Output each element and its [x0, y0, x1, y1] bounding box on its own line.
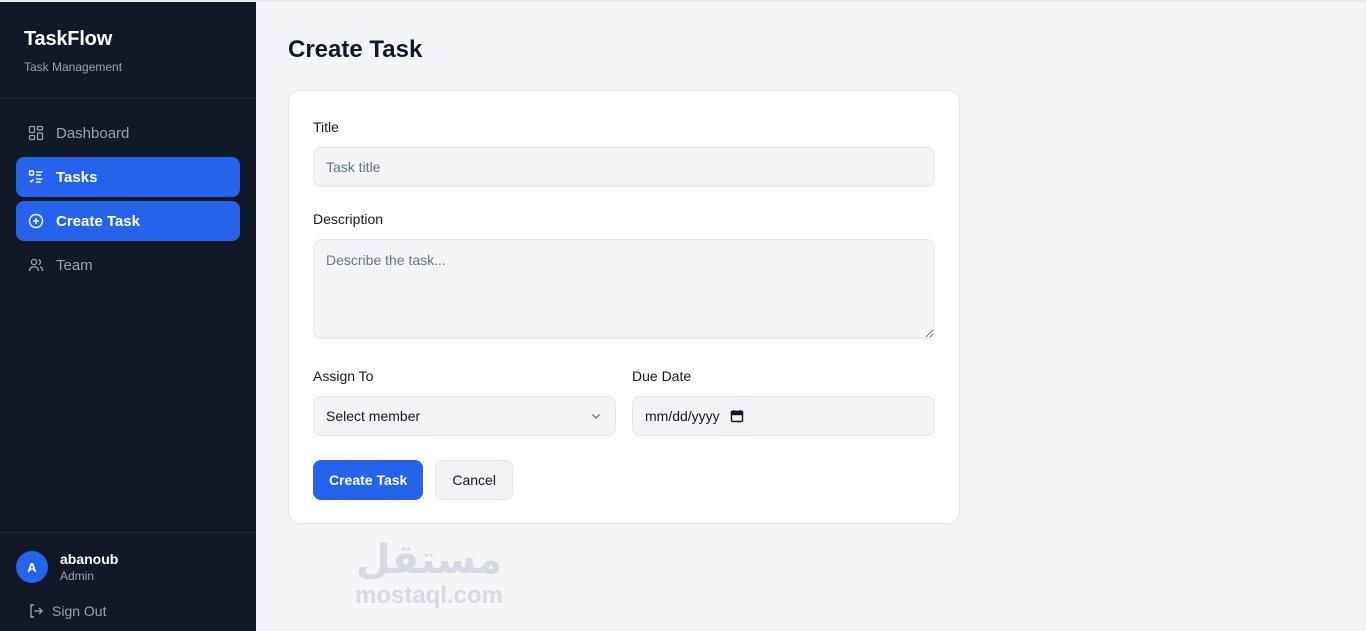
due-date-label: Due Date — [632, 368, 692, 384]
create-task-form: Title Description Assign To Select membe… — [288, 90, 960, 524]
sidebar-footer: A abanoub Admin Sign Out — [0, 532, 256, 631]
tasks-icon — [28, 169, 44, 185]
brand-subtitle: Task Management — [24, 60, 123, 74]
sidebar-item-create-task[interactable]: Create Task — [16, 201, 240, 241]
sidebar-item-team[interactable]: Team — [16, 245, 240, 285]
assign-due-row: Assign To Select member Due Date mm/dd/y… — [313, 368, 935, 436]
brand-title: TaskFlow — [24, 28, 113, 50]
user-info: abanoub Admin — [60, 551, 118, 583]
description-textarea[interactable] — [313, 239, 935, 339]
sign-out-button[interactable]: Sign Out — [16, 603, 240, 619]
sidebar-item-label: Create Task — [56, 212, 140, 230]
due-date-value: mm/dd/yyyy — [645, 408, 720, 424]
due-date-field: Due Date mm/dd/yyyy — [632, 368, 935, 436]
create-task-button[interactable]: Create Task — [313, 460, 424, 500]
title-field: Title — [313, 119, 935, 187]
sidebar-item-dashboard[interactable]: Dashboard — [16, 113, 240, 153]
team-icon — [28, 257, 44, 273]
page-title: Create Task — [288, 36, 423, 63]
title-input[interactable] — [313, 147, 935, 187]
brand: TaskFlow Task Management — [0, 2, 256, 99]
watermark: مستقل mostaql.com — [344, 538, 514, 610]
chevron-down-icon — [592, 414, 600, 419]
description-label: Description — [313, 211, 384, 227]
assign-member-select[interactable]: Select member — [313, 396, 616, 436]
watermark-arabic: مستقل — [355, 537, 503, 583]
sign-out-icon — [30, 604, 43, 618]
sidebar-nav: Dashboard Tasks Create Task Team — [0, 99, 256, 299]
dashboard-icon — [28, 125, 44, 141]
title-label: Title — [313, 119, 339, 135]
watermark-latin: mostaql.com — [354, 582, 504, 609]
description-field: Description — [313, 211, 935, 344]
plus-circle-icon — [28, 213, 44, 229]
user-profile[interactable]: A abanoub Admin — [16, 551, 240, 583]
sidebar-item-tasks[interactable]: Tasks — [16, 157, 240, 197]
avatar: A — [16, 551, 48, 583]
sidebar-item-label: Team — [56, 256, 93, 274]
calendar-icon[interactable] — [730, 409, 744, 423]
app-root: TaskFlow Task Management Dashboard Tasks… — [0, 0, 1366, 631]
sign-out-label: Sign Out — [52, 603, 107, 619]
form-actions: Create Task Cancel — [313, 460, 935, 500]
user-name: abanoub — [60, 551, 119, 567]
cancel-button[interactable]: Cancel — [435, 460, 513, 500]
sidebar-item-label: Tasks — [56, 168, 98, 186]
sidebar: TaskFlow Task Management Dashboard Tasks… — [0, 2, 256, 631]
assign-field: Assign To Select member — [313, 368, 616, 436]
user-role: Admin — [60, 569, 95, 583]
due-date-input[interactable]: mm/dd/yyyy — [632, 396, 935, 436]
assign-selected-value: Select member — [326, 408, 421, 424]
assign-label: Assign To — [313, 368, 374, 384]
sidebar-item-label: Dashboard — [56, 124, 130, 142]
